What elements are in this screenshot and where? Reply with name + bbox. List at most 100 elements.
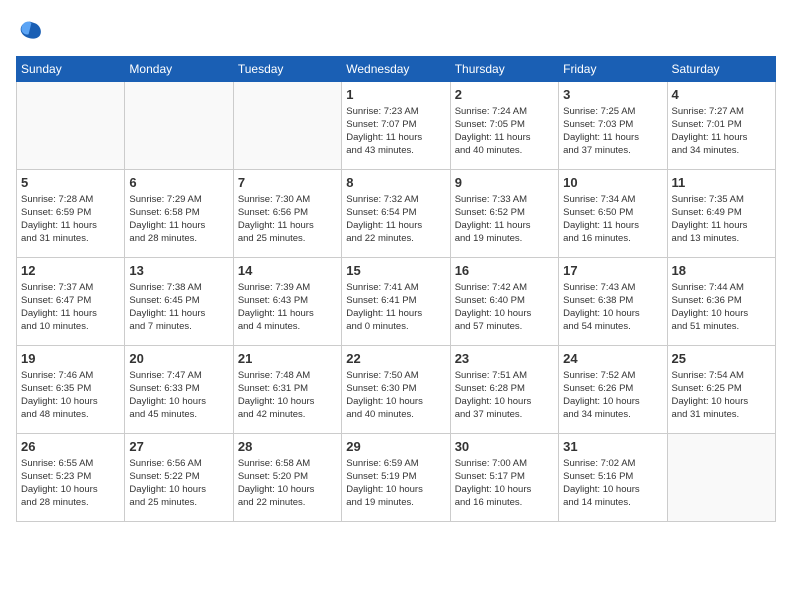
day-cell: 30 Sunrise: 7:00 AM Sunset: 5:17 PM Dayli… — [450, 434, 558, 522]
calendar-header-row: SundayMondayTuesdayWednesdayThursdayFrid… — [17, 57, 776, 82]
day-info: Sunrise: 7:33 AM Sunset: 6:52 PM Dayligh… — [455, 194, 554, 245]
day-info: Sunrise: 7:23 AM Sunset: 7:07 PM Dayligh… — [346, 106, 445, 157]
day-info: Sunrise: 7:00 AM Sunset: 5:17 PM Dayligh… — [455, 458, 554, 509]
day-cell: 29 Sunrise: 6:59 AM Sunset: 5:19 PM Dayli… — [342, 434, 450, 522]
week-row-5: 26 Sunrise: 6:55 AM Sunset: 5:23 PM Dayli… — [17, 434, 776, 522]
col-header-sunday: Sunday — [17, 57, 125, 82]
day-cell: 13 Sunrise: 7:38 AM Sunset: 6:45 PM Dayli… — [125, 258, 233, 346]
day-number: 15 — [346, 262, 445, 280]
day-number: 4 — [672, 86, 771, 104]
day-info: Sunrise: 7:47 AM Sunset: 6:33 PM Dayligh… — [129, 370, 228, 421]
day-number: 8 — [346, 174, 445, 192]
day-info: Sunrise: 7:28 AM Sunset: 6:59 PM Dayligh… — [21, 194, 120, 245]
day-number: 5 — [21, 174, 120, 192]
day-info: Sunrise: 7:34 AM Sunset: 6:50 PM Dayligh… — [563, 194, 662, 245]
day-cell: 5 Sunrise: 7:28 AM Sunset: 6:59 PM Daylig… — [17, 170, 125, 258]
day-number: 24 — [563, 350, 662, 368]
day-number: 1 — [346, 86, 445, 104]
day-info: Sunrise: 6:59 AM Sunset: 5:19 PM Dayligh… — [346, 458, 445, 509]
day-number: 23 — [455, 350, 554, 368]
day-cell: 16 Sunrise: 7:42 AM Sunset: 6:40 PM Dayli… — [450, 258, 558, 346]
logo — [16, 16, 48, 44]
day-number: 3 — [563, 86, 662, 104]
day-info: Sunrise: 7:42 AM Sunset: 6:40 PM Dayligh… — [455, 282, 554, 333]
day-info: Sunrise: 7:50 AM Sunset: 6:30 PM Dayligh… — [346, 370, 445, 421]
day-number: 26 — [21, 438, 120, 456]
day-number: 29 — [346, 438, 445, 456]
day-cell: 23Sunrise: 7:51 AM Sunset: 6:28 PM Dayli… — [450, 346, 558, 434]
day-cell: 27 Sunrise: 6:56 AM Sunset: 5:22 PM Dayli… — [125, 434, 233, 522]
day-number: 9 — [455, 174, 554, 192]
day-cell: 10 Sunrise: 7:34 AM Sunset: 6:50 PM Dayli… — [559, 170, 667, 258]
logo-icon — [16, 16, 44, 44]
day-cell: 17 Sunrise: 7:43 AM Sunset: 6:38 PM Dayli… — [559, 258, 667, 346]
week-row-3: 12 Sunrise: 7:37 AM Sunset: 6:47 PM Dayli… — [17, 258, 776, 346]
day-info: Sunrise: 7:48 AM Sunset: 6:31 PM Dayligh… — [238, 370, 337, 421]
day-info: Sunrise: 7:44 AM Sunset: 6:36 PM Dayligh… — [672, 282, 771, 333]
day-info: Sunrise: 7:32 AM Sunset: 6:54 PM Dayligh… — [346, 194, 445, 245]
day-number: 2 — [455, 86, 554, 104]
day-number: 22 — [346, 350, 445, 368]
day-cell: 21Sunrise: 7:48 AM Sunset: 6:31 PM Dayli… — [233, 346, 341, 434]
day-info: Sunrise: 6:56 AM Sunset: 5:22 PM Dayligh… — [129, 458, 228, 509]
col-header-friday: Friday — [559, 57, 667, 82]
day-cell — [17, 82, 125, 170]
day-info: Sunrise: 7:30 AM Sunset: 6:56 PM Dayligh… — [238, 194, 337, 245]
day-info: Sunrise: 7:43 AM Sunset: 6:38 PM Dayligh… — [563, 282, 662, 333]
day-cell: 22 Sunrise: 7:50 AM Sunset: 6:30 PM Dayli… — [342, 346, 450, 434]
day-cell: 15Sunrise: 7:41 AM Sunset: 6:41 PM Dayli… — [342, 258, 450, 346]
day-number: 12 — [21, 262, 120, 280]
day-number: 19 — [21, 350, 120, 368]
col-header-thursday: Thursday — [450, 57, 558, 82]
day-number: 27 — [129, 438, 228, 456]
col-header-wednesday: Wednesday — [342, 57, 450, 82]
calendar-table: SundayMondayTuesdayWednesdayThursdayFrid… — [16, 56, 776, 522]
day-number: 17 — [563, 262, 662, 280]
day-cell: 18 Sunrise: 7:44 AM Sunset: 6:36 PM Dayli… — [667, 258, 775, 346]
day-number: 7 — [238, 174, 337, 192]
day-cell: 2 Sunrise: 7:24 AM Sunset: 7:05 PM Daylig… — [450, 82, 558, 170]
day-cell: 1 Sunrise: 7:23 AM Sunset: 7:07 PM Daylig… — [342, 82, 450, 170]
day-number: 13 — [129, 262, 228, 280]
week-row-1: 1 Sunrise: 7:23 AM Sunset: 7:07 PM Daylig… — [17, 82, 776, 170]
day-cell — [125, 82, 233, 170]
day-number: 6 — [129, 174, 228, 192]
day-info: Sunrise: 7:54 AM Sunset: 6:25 PM Dayligh… — [672, 370, 771, 421]
day-info: Sunrise: 6:55 AM Sunset: 5:23 PM Dayligh… — [21, 458, 120, 509]
day-cell: 14Sunrise: 7:39 AM Sunset: 6:43 PM Dayli… — [233, 258, 341, 346]
day-info: Sunrise: 7:52 AM Sunset: 6:26 PM Dayligh… — [563, 370, 662, 421]
day-info: Sunrise: 7:24 AM Sunset: 7:05 PM Dayligh… — [455, 106, 554, 157]
day-cell: 12 Sunrise: 7:37 AM Sunset: 6:47 PM Dayli… — [17, 258, 125, 346]
day-number: 30 — [455, 438, 554, 456]
day-number: 18 — [672, 262, 771, 280]
week-row-2: 5 Sunrise: 7:28 AM Sunset: 6:59 PM Daylig… — [17, 170, 776, 258]
day-info: Sunrise: 7:46 AM Sunset: 6:35 PM Dayligh… — [21, 370, 120, 421]
day-info: Sunrise: 7:35 AM Sunset: 6:49 PM Dayligh… — [672, 194, 771, 245]
day-cell: 3 Sunrise: 7:25 AM Sunset: 7:03 PM Daylig… — [559, 82, 667, 170]
day-info: Sunrise: 6:58 AM Sunset: 5:20 PM Dayligh… — [238, 458, 337, 509]
day-info: Sunrise: 7:37 AM Sunset: 6:47 PM Dayligh… — [21, 282, 120, 333]
day-number: 11 — [672, 174, 771, 192]
day-cell: 19 Sunrise: 7:46 AM Sunset: 6:35 PM Dayli… — [17, 346, 125, 434]
day-number: 25 — [672, 350, 771, 368]
day-number: 31 — [563, 438, 662, 456]
day-cell: 20 Sunrise: 7:47 AM Sunset: 6:33 PM Dayli… — [125, 346, 233, 434]
day-info: Sunrise: 7:27 AM Sunset: 7:01 PM Dayligh… — [672, 106, 771, 157]
page-header — [16, 16, 776, 44]
day-cell: 7 Sunrise: 7:30 AM Sunset: 6:56 PM Daylig… — [233, 170, 341, 258]
day-cell: 6 Sunrise: 7:29 AM Sunset: 6:58 PM Daylig… — [125, 170, 233, 258]
col-header-tuesday: Tuesday — [233, 57, 341, 82]
day-cell — [233, 82, 341, 170]
day-cell: 31Sunrise: 7:02 AM Sunset: 5:16 PM Dayli… — [559, 434, 667, 522]
day-number: 10 — [563, 174, 662, 192]
day-info: Sunrise: 7:38 AM Sunset: 6:45 PM Dayligh… — [129, 282, 228, 333]
day-cell: 4 Sunrise: 7:27 AM Sunset: 7:01 PM Daylig… — [667, 82, 775, 170]
day-number: 16 — [455, 262, 554, 280]
day-info: Sunrise: 7:29 AM Sunset: 6:58 PM Dayligh… — [129, 194, 228, 245]
day-cell: 8 Sunrise: 7:32 AM Sunset: 6:54 PM Daylig… — [342, 170, 450, 258]
day-cell: 28Sunrise: 6:58 AM Sunset: 5:20 PM Dayli… — [233, 434, 341, 522]
day-number: 20 — [129, 350, 228, 368]
col-header-monday: Monday — [125, 57, 233, 82]
day-cell: 26 Sunrise: 6:55 AM Sunset: 5:23 PM Dayli… — [17, 434, 125, 522]
day-info: Sunrise: 7:25 AM Sunset: 7:03 PM Dayligh… — [563, 106, 662, 157]
